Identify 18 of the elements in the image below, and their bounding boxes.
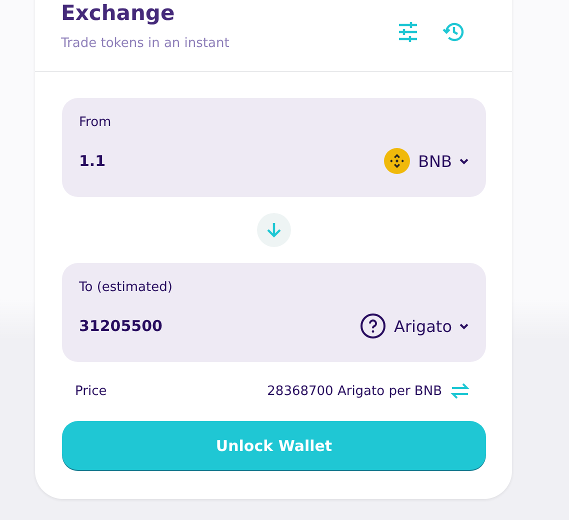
- token-select[interactable]: BNB: [384, 148, 470, 174]
- token-select[interactable]: Arigato: [360, 313, 470, 339]
- sliders-icon: [396, 20, 420, 44]
- page-title: Exchange: [61, 0, 176, 27]
- amount-field[interactable]: 31205500: [79, 317, 162, 335]
- arrow-down-icon: [264, 220, 284, 240]
- question-icon: [360, 313, 386, 339]
- swap-button[interactable]: [257, 213, 291, 247]
- history-icon: [442, 20, 466, 44]
- input-label: To (estimated): [79, 280, 174, 295]
- price-value: 28368700 Arigato per BNB: [267, 384, 442, 398]
- input-label: From: [79, 115, 112, 130]
- price-label: Price: [75, 384, 107, 398]
- page-subtitle: Trade tokens in an instant: [61, 36, 230, 51]
- swap-arrows-icon: [450, 382, 470, 400]
- amount-field[interactable]: 1.1: [79, 152, 106, 170]
- switch-price-button[interactable]: [450, 382, 470, 400]
- coin-icon: [384, 148, 410, 174]
